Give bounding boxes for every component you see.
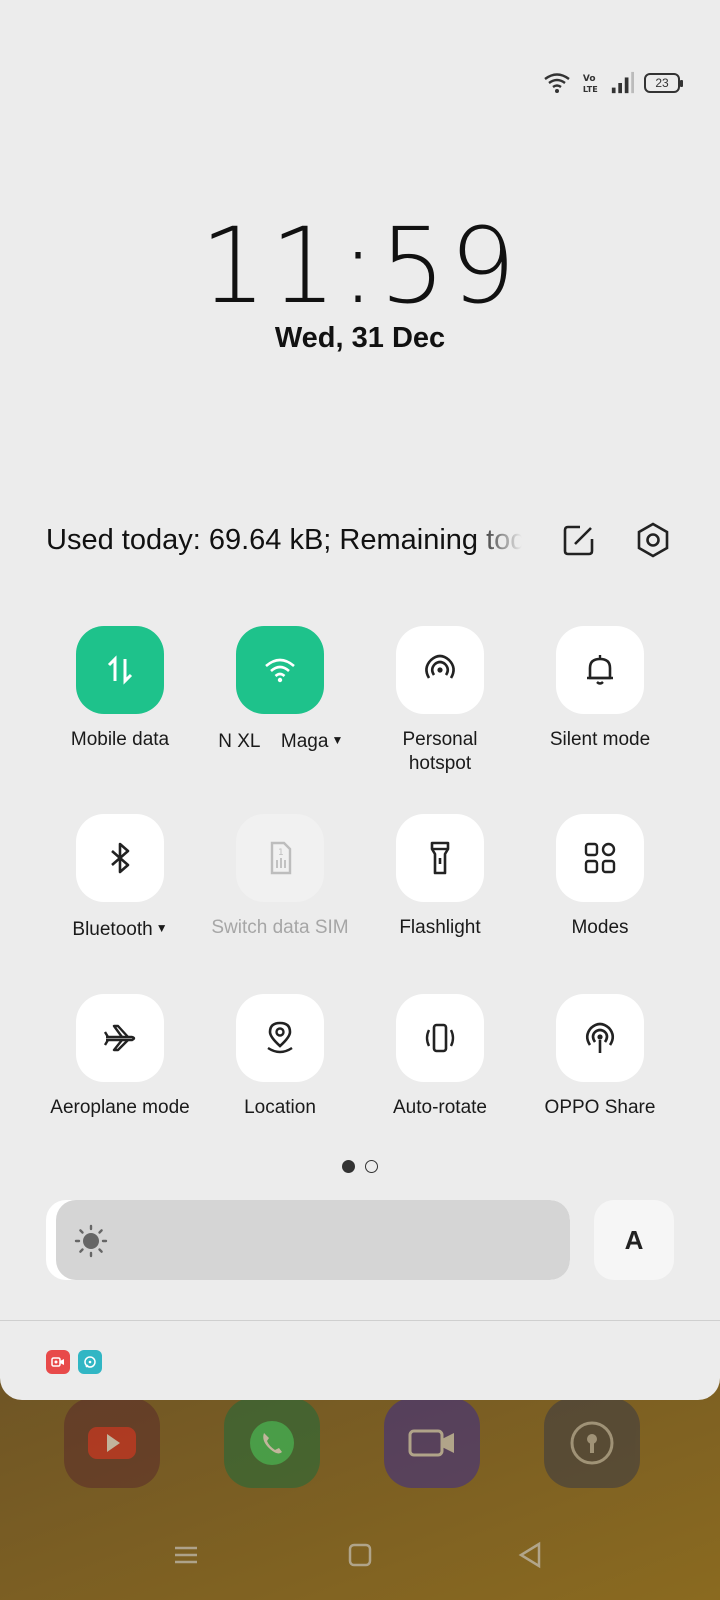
status-bar: Vo LTE 23 [542,68,683,98]
auto-brightness-button[interactable]: A [594,1200,674,1280]
tile-modes[interactable]: Modes [520,814,680,940]
flashlight-icon [430,841,450,875]
svg-text:Vo: Vo [583,74,596,84]
settings-gear-icon[interactable] [630,517,676,563]
aeroplane-toggle[interactable] [76,994,164,1082]
page-dot-1[interactable] [342,1160,355,1173]
sim-card-icon: 1 [270,841,292,875]
auto-rotate-toggle[interactable] [396,994,484,1082]
tile-bluetooth[interactable]: Bluetooth ▼ [40,814,200,942]
svg-text:1: 1 [278,848,284,858]
tile-label-silent: Silent mode [549,729,651,750]
tile-label-autorotate: Auto-rotate [393,1097,487,1118]
tile-label-mobile-data: Mobile data [70,729,170,750]
page-dot-2[interactable] [365,1160,378,1173]
tile-location[interactable]: Location [200,994,360,1120]
location-pin-icon [267,1021,293,1054]
clock-date[interactable]: Wed, 31 Dec [0,322,720,355]
tile-flashlight[interactable]: Flashlight [360,814,520,940]
volte-icon: Vo LTE [583,74,598,94]
data-usage-row: Used today: 69.64 kB; Remaining today [46,512,676,568]
svg-text:LTE: LTE [583,84,598,94]
clock-time[interactable]: 11:59 [0,205,720,327]
edit-icon[interactable] [556,517,602,563]
mobile-data-toggle[interactable] [76,626,164,714]
tile-aeroplane-mode[interactable]: Aeroplane mode [40,994,200,1120]
tile-label-modes: Modes [571,917,629,938]
signal-icon [611,71,634,94]
wifi-icon [265,658,295,683]
tile-label-location: Location [244,1097,316,1118]
lock-app-icon[interactable] [544,1398,640,1488]
brightness-slider[interactable] [46,1200,570,1280]
notification-icons [46,1350,102,1374]
wifi-dropdown-caret[interactable]: ▼ [331,733,343,747]
tile-label-oppo-share: OPPO Share [544,1097,656,1118]
tile-label-flashlight: Flashlight [399,917,481,938]
menu-nav-icon[interactable] [156,1530,216,1580]
tile-label-switch-sim: Switch data SIM [211,917,349,938]
location-toggle[interactable] [236,994,324,1082]
hotspot-toggle[interactable] [396,626,484,714]
tile-label-aeroplane: Aeroplane mode [50,1097,190,1118]
page-indicator [342,1160,378,1173]
tile-label-wifi: N XL Maga ▼ [200,728,360,754]
sun-icon [74,1224,108,1258]
bluetooth-dropdown-caret[interactable]: ▼ [156,921,168,935]
brightness-track [56,1200,570,1280]
switch-sim-toggle: 1 [236,814,324,902]
navigation-bar [0,1520,720,1590]
battery-icon: 23 [644,73,683,93]
wifi-toggle[interactable] [236,626,324,714]
data-arrows-icon [107,655,133,685]
chat-bubble-icon[interactable] [78,1350,102,1374]
tile-switch-data-sim: 1 Switch data SIM [200,814,360,940]
airplane-icon [103,1024,136,1052]
tile-label-bluetooth: Bluetooth ▼ [40,916,200,942]
bluetooth-toggle[interactable] [76,814,164,902]
tile-label-hotspot: Personal hotspot [402,729,478,774]
hotspot-icon [425,654,455,679]
flashlight-toggle[interactable] [396,814,484,902]
silent-mode-toggle[interactable] [556,626,644,714]
tile-auto-rotate[interactable]: Auto-rotate [360,994,520,1120]
bluetooth-label-text: Bluetooth [72,919,153,940]
bluetooth-icon [111,842,130,874]
tile-wifi[interactable]: N XL Maga ▼ [200,626,360,754]
panel-divider [0,1320,720,1321]
home-nav-icon[interactable] [330,1530,390,1580]
wifi-icon [544,73,570,93]
youtube-app-icon[interactable] [64,1398,160,1488]
tile-mobile-data[interactable]: Mobile data [40,626,200,752]
oppo-share-toggle[interactable] [556,994,644,1082]
tile-oppo-share[interactable]: OPPO Share [520,994,680,1120]
data-usage-text[interactable]: Used today: 69.64 kB; Remaining today [46,524,522,557]
whatsapp-app-icon[interactable] [224,1398,320,1488]
tile-silent-mode[interactable]: Silent mode [520,626,680,752]
back-nav-icon[interactable] [500,1530,560,1580]
rotate-phone-icon [425,1023,455,1053]
wifi-network-name: N XL Maga [216,731,329,752]
tile-personal-hotspot[interactable]: Personal hotspot [360,626,520,776]
battery-level: 23 [655,76,669,90]
bell-icon [587,655,613,685]
modes-toggle[interactable] [556,814,644,902]
grid-icon [584,842,616,874]
screen-record-icon[interactable] [46,1350,70,1374]
oppo-share-icon [585,1022,615,1053]
quick-settings-panel: Vo LTE 23 11:59 Wed, 31 Dec Used today: … [0,0,720,1400]
video-app-icon[interactable] [384,1398,480,1488]
